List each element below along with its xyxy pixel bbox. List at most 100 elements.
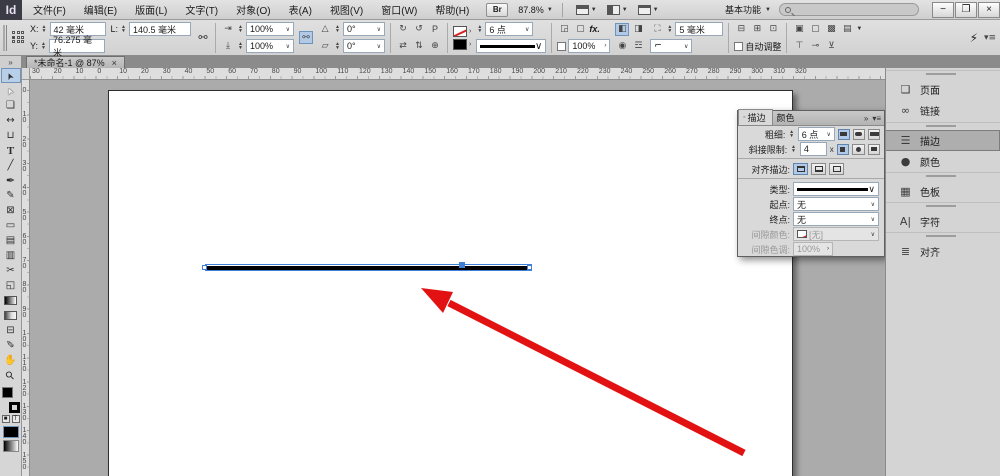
wrap-last-icon[interactable]: ⊻ bbox=[824, 40, 838, 53]
gradient-tool[interactable] bbox=[1, 293, 21, 308]
vertical-grid-tool[interactable]: ▥ bbox=[1, 248, 21, 263]
rotate-cw-icon[interactable]: ↻ bbox=[396, 23, 410, 36]
bridge-button[interactable]: Br bbox=[486, 2, 509, 17]
tools-collapse-button[interactable]: » bbox=[0, 56, 22, 68]
transparency-icon[interactable]: ▢ bbox=[573, 23, 587, 36]
constrain-proportions-icon[interactable]: ⚯ bbox=[196, 31, 210, 44]
weight-dropdown[interactable]: 6 点 ∨ bbox=[797, 127, 835, 141]
gap-tool[interactable]: ↔ bbox=[1, 113, 21, 128]
object-style-1-icon[interactable]: ◧ bbox=[615, 22, 630, 36]
object-style-4-icon[interactable]: ☲ bbox=[631, 40, 645, 53]
eyedropper-tool[interactable]: ✐ bbox=[1, 338, 21, 353]
pencil-tool[interactable]: ✎ bbox=[1, 188, 21, 203]
flip-vertical-icon[interactable]: ⇅ bbox=[412, 40, 426, 53]
autofit-checkbox[interactable] bbox=[734, 41, 744, 51]
links[interactable]: ∞ 链接 bbox=[886, 100, 1000, 121]
document-page[interactable] bbox=[108, 90, 793, 476]
character[interactable]: A| 字符 bbox=[886, 202, 1000, 232]
fit-frame-icon[interactable]: ⊞ bbox=[750, 23, 764, 36]
menu-item[interactable]: 表(A) bbox=[280, 0, 321, 20]
corner-shape-dropdown[interactable]: ⌐ ∨ bbox=[650, 39, 693, 53]
effects-button[interactable]: fx. bbox=[589, 24, 600, 34]
align-center-button[interactable] bbox=[793, 163, 808, 175]
stroke-flyout-arrow[interactable]: › bbox=[469, 41, 471, 48]
wrap-skip-icon[interactable]: ⊸ bbox=[808, 40, 822, 53]
stroke-swatch[interactable] bbox=[8, 402, 20, 413]
stroke-color-swatch[interactable] bbox=[453, 38, 468, 50]
close-button[interactable]: × bbox=[978, 1, 1000, 18]
hand-tool[interactable]: ✋ bbox=[1, 353, 21, 368]
scissors-tool[interactable]: ✂ bbox=[1, 263, 21, 278]
panel-menu-icon[interactable]: ▾≡ bbox=[872, 114, 881, 123]
opacity-field[interactable]: 100% › bbox=[568, 39, 611, 53]
join-round-button[interactable] bbox=[852, 143, 865, 155]
selection-handle-right[interactable] bbox=[527, 265, 532, 270]
stroke-weight-stepper[interactable]: ▲ ▼ bbox=[476, 25, 483, 34]
view-options-button[interactable]: ▼ bbox=[603, 4, 632, 16]
chevron-down-icon[interactable]: ▼ bbox=[856, 26, 862, 32]
apply-gradient-button[interactable] bbox=[2, 440, 19, 452]
panel-menu-icon[interactable]: ▾≡ bbox=[983, 31, 997, 44]
scale-y-stepper[interactable]: ▲ ▼ bbox=[237, 42, 244, 51]
wrap-object-icon[interactable]: ▩ bbox=[824, 23, 838, 36]
stroke-type-dropdown[interactable]: ∨ bbox=[476, 39, 547, 53]
vertical-ruler[interactable]: 0102030405060708090100110120130140150160 bbox=[22, 80, 30, 476]
menu-item[interactable]: 编辑(E) bbox=[75, 0, 126, 20]
horizontal-grid-tool[interactable]: ▤ bbox=[1, 233, 21, 248]
search-box[interactable] bbox=[779, 3, 919, 16]
stroke-weight-dropdown[interactable]: 6 点 ∨ bbox=[485, 22, 534, 36]
rotation-field[interactable]: 0° ∨ bbox=[343, 22, 386, 36]
type-tool[interactable]: T bbox=[1, 143, 21, 158]
select-content-icon[interactable]: ⊕ bbox=[428, 40, 442, 53]
collapse-panel-icon[interactable]: » bbox=[864, 114, 868, 123]
wrap-none-icon[interactable]: ▣ bbox=[792, 23, 806, 36]
miter-field[interactable]: 4 bbox=[799, 142, 827, 156]
join-miter-button[interactable] bbox=[836, 143, 850, 155]
wrap-jump-icon[interactable]: ▤ bbox=[840, 23, 854, 36]
content-collector-tool[interactable]: ⊔ bbox=[1, 128, 21, 143]
align-outside-button[interactable] bbox=[829, 163, 844, 175]
selection-handle-center[interactable] bbox=[459, 262, 465, 268]
direct-selection-tool[interactable]: ➤ bbox=[1, 83, 21, 98]
reference-point-proxy[interactable] bbox=[12, 31, 25, 44]
align-inside-button[interactable] bbox=[811, 163, 826, 175]
fill-swatch[interactable] bbox=[1, 387, 13, 398]
rectangle-tool[interactable]: ▭ bbox=[1, 218, 21, 233]
formatting-container-icon[interactable]: ■ bbox=[1, 415, 10, 423]
pen-tool[interactable]: ✒ bbox=[1, 173, 21, 188]
search-input[interactable] bbox=[795, 4, 905, 15]
menu-item[interactable]: 窗口(W) bbox=[372, 0, 426, 20]
scale-x-field[interactable]: 100% ∨ bbox=[246, 22, 295, 36]
miter-stepper[interactable]: ▲ ▼ bbox=[790, 145, 797, 154]
document-tab[interactable]: *未命名-1 @ 87% × bbox=[26, 56, 125, 68]
note-tool[interactable]: ⊟ bbox=[1, 323, 21, 338]
color[interactable]: ● 颜色 bbox=[886, 151, 1000, 172]
pages[interactable]: ❏ 页面 bbox=[886, 70, 1000, 100]
corner-radius-stepper[interactable]: ▲ ▼ bbox=[666, 25, 673, 34]
type-dropdown[interactable]: ∨ bbox=[793, 182, 879, 196]
menu-item[interactable]: 文字(T) bbox=[176, 0, 227, 20]
menu-item[interactable]: 对象(O) bbox=[227, 0, 279, 20]
zoom-level-dropdown[interactable]: 87.8% ▼ bbox=[518, 5, 552, 15]
restore-button[interactable]: ❐ bbox=[955, 1, 977, 18]
tab-color[interactable]: 颜色 bbox=[773, 110, 801, 125]
link-scale-icon[interactable]: ⚯ bbox=[299, 31, 314, 44]
workspace-switcher[interactable]: 基本功能 ▼ bbox=[719, 1, 777, 18]
fill-stroke-swatches[interactable] bbox=[1, 387, 20, 413]
fill-flyout-arrow[interactable]: › bbox=[469, 28, 471, 35]
minimize-button[interactable]: − bbox=[932, 1, 954, 18]
cap-round-button[interactable] bbox=[852, 128, 865, 140]
panel-grip[interactable] bbox=[3, 24, 7, 51]
length-stepper[interactable]: ▲ ▼ bbox=[120, 25, 127, 34]
x-stepper[interactable]: ▲ ▼ bbox=[41, 25, 48, 34]
rotate-ccw-icon[interactable]: ↺ bbox=[412, 23, 426, 36]
end-dropdown[interactable]: 无 ∨ bbox=[793, 212, 879, 226]
ruler-origin-corner[interactable] bbox=[22, 68, 30, 80]
scale-x-stepper[interactable]: ▲ ▼ bbox=[237, 25, 244, 34]
horizontal-ruler[interactable]: 30 20 10 0 10 20 30 40 50 60 70 80 90 100 110 120 130 140… bbox=[30, 68, 885, 80]
view-controls-button[interactable]: ▼ bbox=[572, 4, 601, 16]
shear-field[interactable]: 0° ∨ bbox=[343, 39, 386, 53]
center-content-icon[interactable]: ⊡ bbox=[766, 23, 780, 36]
page-tool[interactable]: ❏ bbox=[1, 98, 21, 113]
weight-stepper[interactable]: ▲ ▼ bbox=[788, 130, 794, 139]
